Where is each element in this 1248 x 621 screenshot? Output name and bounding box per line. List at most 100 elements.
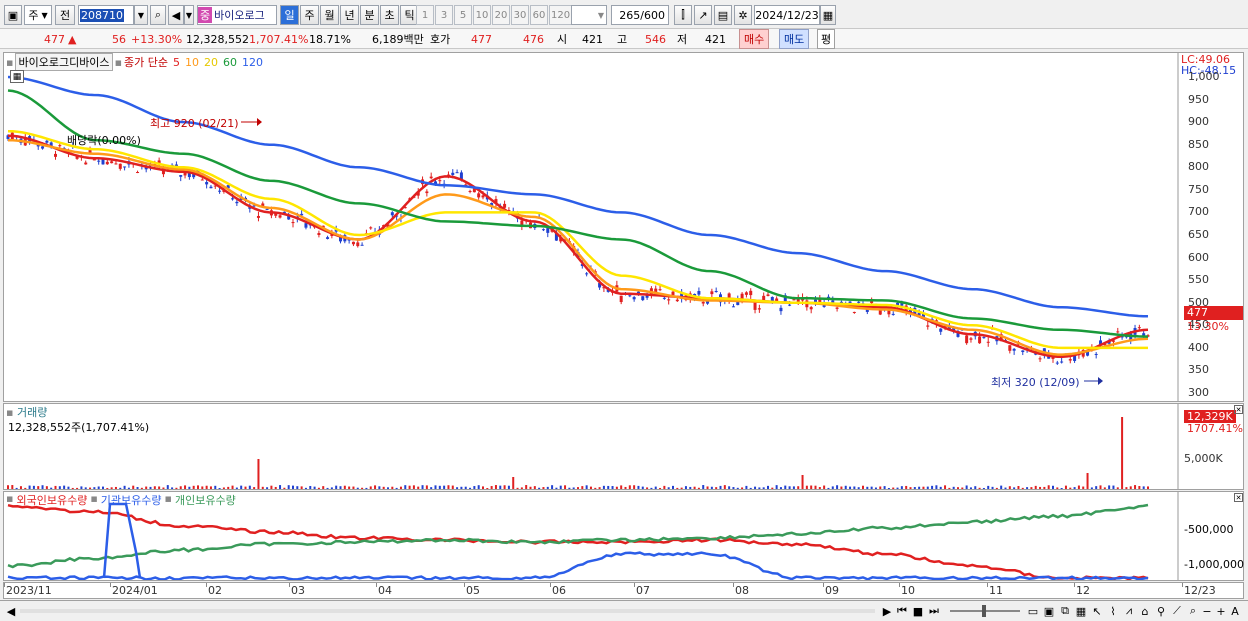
period-button[interactable]: 일: [280, 5, 299, 25]
stock-name-field[interactable]: 중 바이오로그: [197, 5, 277, 25]
volume-panel: ▪ 거래량 12,328,552주(1,707.41%) 12,329K 170…: [3, 403, 1244, 490]
scrollbar-track[interactable]: [20, 609, 875, 613]
interval-button[interactable]: 10: [473, 5, 491, 25]
draw-icon[interactable]: ⟋: [1170, 604, 1184, 618]
volume-bar: [1099, 485, 1102, 489]
volume-bar: [499, 485, 502, 489]
search-icon[interactable]: ⌕: [150, 5, 166, 25]
volume-bar: [171, 487, 174, 489]
chart-tool-icon[interactable]: ↗: [694, 5, 712, 25]
candle-body: [1055, 362, 1059, 364]
close-icon[interactable]: ✕: [1234, 493, 1243, 502]
volume-bar: [831, 486, 834, 489]
legend-foreign[interactable]: 외국인보유수량: [16, 492, 87, 508]
volume-bar: [611, 486, 614, 489]
save-icon[interactable]: ▤: [714, 5, 732, 25]
scroll-right-icon[interactable]: ▶: [880, 604, 894, 618]
font-size-icon[interactable]: A: [1228, 604, 1242, 618]
zoom-out-icon[interactable]: −: [1200, 604, 1214, 618]
volume-bar: [7, 485, 9, 489]
date-field[interactable]: 2024/12/23: [754, 5, 820, 25]
volume-bar: [451, 485, 454, 489]
count-field[interactable]: 265/600: [611, 5, 669, 25]
period-button[interactable]: 주: [300, 5, 319, 25]
interval-button[interactable]: 3: [435, 5, 453, 25]
close-icon[interactable]: ✕: [1234, 405, 1243, 414]
draw-icon[interactable]: ⚲: [1154, 604, 1168, 618]
legend-individual[interactable]: 개인보유수량: [175, 492, 236, 508]
ma-period-label[interactable]: 5: [173, 56, 180, 69]
window-icon[interactable]: ▦: [1074, 604, 1088, 618]
period-type-select[interactable]: 주 ▼: [24, 5, 52, 25]
indicator-name[interactable]: 바이오로그디바이스: [15, 53, 113, 71]
volume-bar: [460, 486, 463, 489]
period-button[interactable]: 월: [320, 5, 339, 25]
scroll-left-icon[interactable]: ◀: [4, 604, 18, 618]
candle-body: [45, 140, 49, 143]
price-y-tick: 600: [1188, 250, 1209, 264]
code-input[interactable]: 208710: [78, 5, 134, 25]
draw-icon[interactable]: ⩘: [1122, 604, 1136, 618]
draw-icon[interactable]: ↖: [1090, 604, 1104, 618]
interval-custom-select[interactable]: ▼: [571, 5, 607, 25]
volume-bar: [883, 486, 886, 489]
volume-bar: [520, 487, 523, 489]
first-icon[interactable]: ⏮: [895, 604, 909, 618]
count-value: 265: [619, 8, 641, 22]
last-icon[interactable]: ⏭: [927, 604, 941, 618]
x-axis-tick: [289, 583, 290, 587]
prev-button[interactable]: 전: [55, 5, 75, 25]
volume-title[interactable]: 거래량: [17, 406, 47, 419]
volume-bar: [356, 487, 359, 489]
ma-period-label[interactable]: 10: [185, 56, 199, 69]
sell-button[interactable]: 매도: [779, 29, 810, 49]
candle-body: [179, 175, 183, 177]
chevron-down-icon[interactable]: ▼: [184, 5, 194, 25]
speaker-icon[interactable]: ◀: [168, 5, 184, 25]
volume-bar: [382, 486, 385, 489]
volume-bar: [404, 485, 407, 489]
draw-icon[interactable]: ⌇: [1106, 604, 1120, 618]
calendar-icon[interactable]: ▦: [820, 5, 836, 25]
zoom-slider-handle[interactable]: [982, 605, 986, 617]
layout-icon[interactable]: ▣: [4, 5, 22, 25]
draw-icon[interactable]: ⌂: [1138, 604, 1152, 618]
interval-button[interactable]: 120: [549, 5, 573, 25]
interval-button[interactable]: 20: [492, 5, 510, 25]
volume-bar: [810, 485, 813, 489]
candle-body: [118, 163, 122, 169]
volume-bar: [443, 485, 446, 489]
ma-label[interactable]: 종가 단순: [124, 54, 168, 70]
period-button[interactable]: 분: [360, 5, 379, 25]
interval-button[interactable]: 30: [511, 5, 529, 25]
legend-institution[interactable]: 기관보유수량: [101, 492, 162, 508]
window-icon[interactable]: ▭: [1026, 604, 1040, 618]
interval-button[interactable]: 60: [530, 5, 548, 25]
volume-bar: [896, 487, 899, 489]
window-icon[interactable]: ⧉: [1058, 604, 1072, 618]
interval-button[interactable]: 1: [416, 5, 434, 25]
code-dropdown-button[interactable]: ▼: [134, 5, 148, 25]
candle-type-icon[interactable]: ⫿: [674, 5, 692, 25]
window-icon[interactable]: ▣: [1042, 604, 1056, 618]
period-button[interactable]: 년: [340, 5, 359, 25]
candle-body: [390, 212, 394, 216]
ma-period-label[interactable]: 20: [204, 56, 218, 69]
interval-button[interactable]: 5: [454, 5, 472, 25]
volume-bar: [378, 486, 381, 489]
gear-icon[interactable]: ✲: [734, 5, 752, 25]
ma-period-label[interactable]: 60: [223, 56, 237, 69]
price-y-tick: 850: [1188, 137, 1209, 151]
ma-period-label[interactable]: 120: [242, 56, 263, 69]
stop-icon[interactable]: ■: [911, 604, 925, 618]
period-buttons: 일주월년분초틱: [280, 5, 420, 25]
eval-button[interactable]: 평: [817, 29, 836, 49]
volume-bar: [594, 487, 597, 489]
volume-bar: [76, 487, 79, 489]
period-button[interactable]: 초: [380, 5, 399, 25]
search-icon[interactable]: ⌕: [1186, 604, 1200, 618]
buy-button[interactable]: 매수: [739, 29, 770, 49]
zoom-in-icon[interactable]: +: [1214, 604, 1228, 618]
ma-periods: 5 10 20 60 120: [168, 56, 263, 69]
table-icon[interactable]: ▦: [10, 70, 24, 83]
